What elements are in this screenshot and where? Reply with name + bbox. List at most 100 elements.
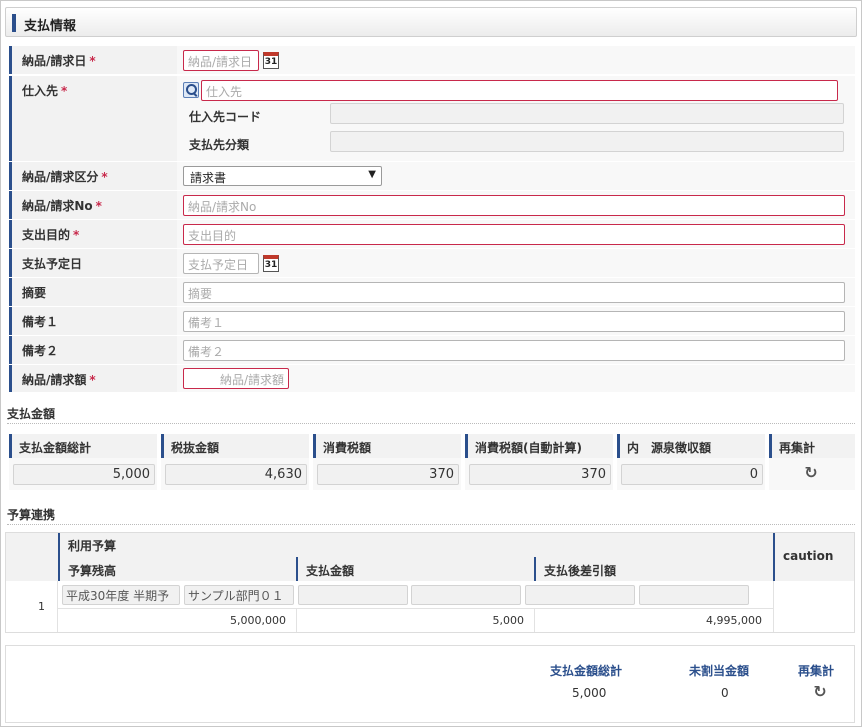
note2-label: 備考２ <box>9 336 177 364</box>
divider <box>58 608 773 609</box>
amount-cell-tax: 370 <box>313 458 461 490</box>
invoice-no-value: 納品/請求No <box>177 191 855 219</box>
summary-input[interactable]: 摘要 <box>183 282 845 303</box>
fiscal-year-field: 平成30年度 半期予 <box>62 585 180 605</box>
section-title: 支払情報 <box>24 19 77 34</box>
note1-value: 備考１ <box>177 307 855 335</box>
row-invoice-amount: 納品/請求額 * 納品/請求額 <box>9 365 855 392</box>
supplier-code-label: 仕入先コード <box>189 110 262 124</box>
amount-tax-field: 370 <box>317 464 459 485</box>
invoice-no-label-text: 納品/請求No <box>22 199 93 213</box>
purpose-input[interactable]: 支出目的 <box>183 224 845 245</box>
totals-unassigned-label: 未割当金額 <box>689 664 750 678</box>
invoice-type-label-text: 納品/請求区分 <box>22 170 99 184</box>
amount-cell-recalc: ↻ <box>769 458 855 490</box>
invoice-date-label-text: 納品/請求日 <box>22 54 87 68</box>
summary-label: 摘要 <box>9 278 177 306</box>
budget-remain-label: 予算残高 <box>68 564 117 578</box>
amount-header-withholding: 内 源泉徴収額 <box>617 434 765 458</box>
invoice-type-label: 納品/請求区分 * <box>9 162 177 190</box>
invoice-type-selected: 請求書 <box>190 171 227 185</box>
invoice-type-select[interactable]: 請求書 ▼ <box>183 166 382 186</box>
calendar-icon[interactable]: 31 <box>263 255 279 272</box>
purpose-label: 支出目的 * <box>9 220 177 248</box>
refresh-icon[interactable]: ↻ <box>812 684 828 700</box>
supplier-label-text: 仕入先 <box>22 84 59 98</box>
supplier-label: 仕入先 * <box>9 76 177 161</box>
amount-header-total: 支払金額総計 <box>9 434 157 458</box>
dropdown-arrow-icon: ▼ <box>368 169 376 180</box>
header-bar <box>58 533 60 557</box>
row-purpose: 支出目的 * 支出目的 <box>9 220 855 248</box>
budget-caution-header: caution <box>773 533 854 581</box>
budget-after-label: 支払後差引額 <box>544 564 617 578</box>
amount-total-field: 5,000 <box>13 464 155 485</box>
invoice-date-input[interactable]: 納品/請求日 <box>183 50 259 71</box>
totals-total-label: 支払金額総計 <box>550 664 623 678</box>
row-payment-date: 支払予定日 支払予定日 31 <box>9 249 855 277</box>
invoice-amount-label-text: 納品/請求額 <box>22 373 87 387</box>
search-icon[interactable] <box>183 82 199 98</box>
row-number: 1 <box>38 600 45 613</box>
amount-header-recalc: 再集計 <box>769 434 855 458</box>
amount-header-tax-auto: 消費税額(自動計算) <box>465 434 613 458</box>
budget-header-paid: 支払金額 <box>296 557 534 581</box>
invoice-date-label: 納品/請求日 * <box>9 46 177 74</box>
totals-recalc-label: 再集計 <box>798 664 835 678</box>
totals-total-value: 5,000 <box>572 686 607 700</box>
required-mark: * <box>95 199 102 213</box>
row-note2: 備考２ 備考２ <box>9 336 855 364</box>
budget-header-after: 支払後差引額 <box>534 557 773 581</box>
refresh-icon[interactable]: ↻ <box>803 465 819 481</box>
required-mark: * <box>89 373 96 387</box>
supplier-input[interactable]: 仕入先 <box>201 80 838 101</box>
invoice-no-label: 納品/請求No * <box>9 191 177 219</box>
budget-field-4 <box>411 585 521 605</box>
calendar-icon[interactable]: 31 <box>263 52 279 69</box>
amount-tax-auto-field: 370 <box>469 464 611 485</box>
purpose-label-text: 支出目的 <box>22 228 71 242</box>
row-supplier: 仕入先 * 仕入先 仕入先コード 支払先分類 <box>9 76 855 161</box>
amount-cell-total: 5,000 <box>9 458 157 490</box>
note2-input[interactable]: 備考２ <box>183 340 845 361</box>
divider <box>534 608 535 632</box>
invoice-amount-input[interactable]: 納品/請求額 <box>183 368 289 389</box>
budget-field-6 <box>639 585 749 605</box>
required-mark: * <box>73 228 80 242</box>
header-bar <box>534 557 536 581</box>
amount-excl-tax-field: 4,630 <box>165 464 307 485</box>
department-field: サンプル部門０１ <box>184 585 294 605</box>
payment-date-input[interactable]: 支払予定日 <box>183 253 259 274</box>
invoice-type-value: 請求書 ▼ <box>177 162 855 190</box>
payment-date-label: 支払予定日 <box>9 249 177 277</box>
row-invoice-no: 納品/請求No * 納品/請求No <box>9 191 855 219</box>
caution-label: caution <box>783 549 834 563</box>
amount-caption: 支払金額 <box>7 407 56 421</box>
budget-use-header: 利用予算 <box>58 533 773 557</box>
budget-rowno-header <box>6 533 58 581</box>
note2-value: 備考２ <box>177 336 855 364</box>
budget-after-value: 4,995,000 <box>706 614 762 627</box>
budget-field-5 <box>525 585 635 605</box>
amount-header-excl-tax: 税抜金額 <box>161 434 309 458</box>
section-header: 支払情報 <box>5 7 857 37</box>
budget-caption: 予算連携 <box>7 508 56 522</box>
divider <box>7 423 855 424</box>
invoice-no-input[interactable]: 納品/請求No <box>183 195 845 216</box>
row-note1: 備考１ 備考１ <box>9 307 855 335</box>
header-bar <box>296 557 298 581</box>
budget-paid-label: 支払金額 <box>306 564 355 578</box>
amount-cell-withholding: 0 <box>617 458 765 490</box>
budget-header-remain: 予算残高 <box>58 557 296 581</box>
payment-info-panel: 支払情報 納品/請求日 * 納品/請求日 31 仕入先 * 仕入先 仕入先コード 支… <box>0 0 862 727</box>
divider <box>296 608 297 632</box>
note1-input[interactable]: 備考１ <box>183 311 845 332</box>
amount-cell-excl-tax: 4,630 <box>161 458 309 490</box>
note1-label: 備考１ <box>9 307 177 335</box>
supplier-code-field <box>330 103 844 124</box>
required-mark: * <box>89 54 96 68</box>
row-summary: 摘要 摘要 <box>9 278 855 306</box>
invoice-date-value: 納品/請求日 31 <box>177 46 855 74</box>
invoice-amount-value: 納品/請求額 <box>177 365 855 392</box>
invoice-amount-label: 納品/請求額 * <box>9 365 177 392</box>
